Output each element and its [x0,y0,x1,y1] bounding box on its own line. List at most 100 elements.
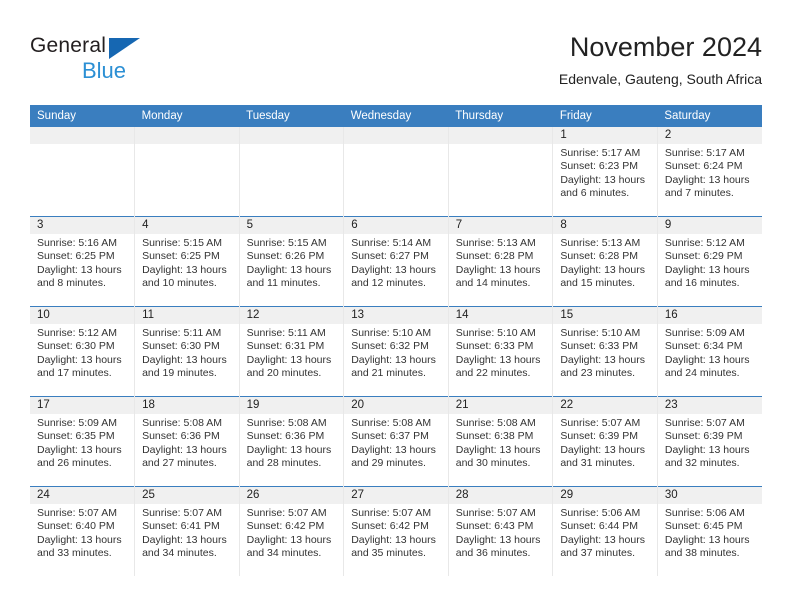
sunrise-text: Sunrise: 5:09 AM [37,417,117,429]
sunrise-text: Sunrise: 5:08 AM [142,417,223,429]
calendar-week-row: 1 Sunrise: 5:17 AM Sunset: 6:23 PM Daylight… [30,127,762,217]
day-number: 10 [30,307,135,324]
title-block: November 2024 Edenvale, Gauteng, South A… [559,30,762,88]
day-number: 7 [448,217,553,234]
day-number: 11 [135,307,239,324]
brand-logo[interactable]: General Blue [30,34,150,86]
calendar-cell-inner: 29 Sunrise: 5:06 AM Sunset: 6:44 PM Dayligh… [553,487,657,576]
calendar-cell-inner: 2 Sunrise: 5:17 AM Sunset: 6:24 PM Daylight… [657,127,762,216]
calendar-day-cell[interactable]: 22 Sunrise: 5:07 AM Sunset: 6:39 PM Dayligh… [552,396,658,487]
calendar-cell-inner: 23 Sunrise: 5:07 AM Sunset: 6:39 PM Dayligh… [657,397,762,486]
sunrise-text: Sunrise: 5:08 AM [246,417,327,429]
calendar-cell-inner: 18 Sunrise: 5:08 AM Sunset: 6:36 PM Dayligh… [135,397,239,486]
calendar-cell-inner: 25 Sunrise: 5:07 AM Sunset: 6:41 PM Dayligh… [135,487,239,576]
sunset-text: Sunset: 6:28 PM [560,250,638,263]
day-number: 21 [448,397,553,414]
day-details: Sunrise: 5:15 AM Sunset: 6:25 PM Daylight:… [135,234,239,291]
calendar-day-cell[interactable]: 27 Sunrise: 5:07 AM Sunset: 6:42 PM Dayligh… [343,486,449,576]
calendar-day-cell[interactable]: 5 Sunrise: 5:15 AM Sunset: 6:26 PM Daylight… [238,216,344,307]
day-details: Sunrise: 5:09 AM Sunset: 6:35 PM Daylight:… [30,414,134,471]
day-number: 20 [344,397,448,414]
day-details: Sunrise: 5:12 AM Sunset: 6:30 PM Daylight:… [30,324,134,381]
weekday-header-thursday: Thursday [448,105,553,127]
calendar-day-cell[interactable]: 30 Sunrise: 5:06 AM Sunset: 6:45 PM Dayligh… [656,486,762,576]
day-number: 12 [239,307,344,324]
calendar-day-cell[interactable]: 24 Sunrise: 5:07 AM Sunset: 6:40 PM Dayligh… [30,486,135,576]
calendar-cell-empty [30,127,135,217]
calendar-day-cell[interactable]: 14 Sunrise: 5:10 AM Sunset: 6:33 PM Dayligh… [447,306,553,397]
calendar-cell-inner: 16 Sunrise: 5:09 AM Sunset: 6:34 PM Dayligh… [657,307,762,396]
sunrise-text: Sunrise: 5:10 AM [560,327,641,339]
calendar-week-row: 24 Sunrise: 5:07 AM Sunset: 6:40 PM Dayligh… [30,486,762,576]
calendar-day-cell[interactable]: 8 Sunrise: 5:13 AM Sunset: 6:28 PM Daylight… [552,216,658,307]
calendar-cell-inner: 12 Sunrise: 5:11 AM Sunset: 6:31 PM Dayligh… [239,307,344,396]
calendar-header-row: Sunday Monday Tuesday Wednesday Thursday… [30,105,762,127]
day-details: Sunrise: 5:07 AM Sunset: 6:41 PM Daylight:… [135,504,239,561]
calendar-week-row: 3 Sunrise: 5:16 AM Sunset: 6:25 PM Daylight… [30,216,762,307]
sunset-text: Sunset: 6:43 PM [455,520,534,533]
calendar-day-cell[interactable]: 6 Sunrise: 5:14 AM Sunset: 6:27 PM Daylight… [343,216,449,307]
calendar-day-cell[interactable]: 20 Sunrise: 5:08 AM Sunset: 6:37 PM Dayligh… [343,396,449,487]
sunset-text: Sunset: 6:45 PM [664,520,743,533]
weekday-header-wednesday: Wednesday [343,105,449,127]
calendar-cell-inner: 4 Sunrise: 5:15 AM Sunset: 6:25 PM Daylight… [135,217,239,306]
page-subtitle: Edenvale, Gauteng, South Africa [558,71,762,87]
calendar-day-cell[interactable]: 23 Sunrise: 5:07 AM Sunset: 6:39 PM Dayligh… [656,396,762,487]
daylight-text: Daylight: 13 hours and 37 minutes. [560,533,645,560]
calendar-day-cell[interactable]: 2 Sunrise: 5:17 AM Sunset: 6:24 PM Daylight… [656,127,762,217]
sunset-text: Sunset: 6:41 PM [142,520,220,533]
calendar-cell-inner: 9 Sunrise: 5:12 AM Sunset: 6:29 PM Daylight… [657,217,762,306]
calendar-day-cell[interactable]: 4 Sunrise: 5:15 AM Sunset: 6:25 PM Daylight… [134,216,240,307]
weekday-header-friday: Friday [552,105,658,127]
calendar-day-cell[interactable]: 17 Sunrise: 5:09 AM Sunset: 6:35 PM Dayligh… [30,396,135,487]
sunrise-text: Sunrise: 5:13 AM [455,237,536,249]
calendar-day-cell[interactable]: 15 Sunrise: 5:10 AM Sunset: 6:33 PM Dayligh… [552,306,658,397]
day-details: Sunrise: 5:10 AM Sunset: 6:32 PM Daylight:… [344,324,448,381]
sunset-text: Sunset: 6:44 PM [560,520,638,533]
daylight-text: Daylight: 13 hours and 32 minutes. [664,443,750,470]
daylight-text: Daylight: 13 hours and 12 minutes. [351,263,436,290]
calendar-day-cell[interactable]: 13 Sunrise: 5:10 AM Sunset: 6:32 PM Dayligh… [343,306,449,397]
day-number: 27 [344,487,448,504]
day-details: Sunrise: 5:11 AM Sunset: 6:30 PM Daylight:… [135,324,239,381]
weekday-header-tuesday: Tuesday [239,105,344,127]
daylight-text: Daylight: 13 hours and 26 minutes. [37,443,122,470]
day-number: 6 [344,217,448,234]
calendar-day-cell[interactable]: 25 Sunrise: 5:07 AM Sunset: 6:41 PM Dayligh… [134,486,240,576]
calendar-day-cell[interactable]: 26 Sunrise: 5:07 AM Sunset: 6:42 PM Dayligh… [238,486,344,576]
calendar-day-cell[interactable]: 7 Sunrise: 5:13 AM Sunset: 6:28 PM Daylight… [447,216,553,307]
calendar-day-cell[interactable]: 29 Sunrise: 5:06 AM Sunset: 6:44 PM Dayligh… [552,486,658,576]
day-number: 30 [657,487,762,504]
daylight-text: Daylight: 13 hours and 6 minutes. [560,173,645,200]
calendar-cell-inner: 17 Sunrise: 5:09 AM Sunset: 6:35 PM Dayligh… [30,397,135,486]
sunrise-text: Sunrise: 5:14 AM [351,237,432,249]
calendar-day-cell[interactable]: 16 Sunrise: 5:09 AM Sunset: 6:34 PM Dayligh… [656,306,762,397]
calendar-cell-inner: 27 Sunrise: 5:07 AM Sunset: 6:42 PM Dayligh… [344,487,448,576]
day-details: Sunrise: 5:12 AM Sunset: 6:29 PM Daylight:… [658,234,762,291]
calendar-day-cell[interactable]: 21 Sunrise: 5:08 AM Sunset: 6:38 PM Dayligh… [447,396,553,487]
calendar-day-cell[interactable]: 10 Sunrise: 5:12 AM Sunset: 6:30 PM Dayligh… [30,306,135,397]
daylight-text: Daylight: 13 hours and 22 minutes. [455,353,541,380]
calendar-day-cell[interactable]: 11 Sunrise: 5:11 AM Sunset: 6:30 PM Dayligh… [134,306,240,397]
day-details: Sunrise: 5:07 AM Sunset: 6:42 PM Daylight:… [240,504,344,561]
calendar-day-cell[interactable]: 12 Sunrise: 5:11 AM Sunset: 6:31 PM Dayligh… [238,306,344,397]
day-details: Sunrise: 5:08 AM Sunset: 6:36 PM Daylight:… [135,414,239,471]
calendar-day-cell[interactable]: 9 Sunrise: 5:12 AM Sunset: 6:29 PM Daylight… [656,216,762,307]
calendar-day-cell[interactable]: 28 Sunrise: 5:07 AM Sunset: 6:43 PM Dayligh… [447,486,553,576]
calendar-day-cell[interactable]: 19 Sunrise: 5:08 AM Sunset: 6:36 PM Dayligh… [238,396,344,487]
day-number: 15 [553,307,657,324]
sunrise-text: Sunrise: 5:11 AM [246,327,326,339]
day-number: 23 [657,397,762,414]
day-number: 29 [553,487,657,504]
day-number: 28 [448,487,553,504]
sunset-text: Sunset: 6:28 PM [455,250,534,263]
day-details: Sunrise: 5:08 AM Sunset: 6:37 PM Daylight:… [344,414,448,471]
calendar-day-cell[interactable]: 3 Sunrise: 5:16 AM Sunset: 6:25 PM Daylight… [30,216,135,307]
brand-triangle-icon [109,38,140,59]
calendar-day-cell[interactable]: 1 Sunrise: 5:17 AM Sunset: 6:23 PM Daylight… [552,127,658,217]
daylight-text: Daylight: 13 hours and 24 minutes. [664,353,750,380]
sunset-text: Sunset: 6:36 PM [142,430,220,443]
sunset-text: Sunset: 6:29 PM [664,250,743,263]
calendar-cell-inner [448,127,553,216]
calendar-day-cell[interactable]: 18 Sunrise: 5:08 AM Sunset: 6:36 PM Dayligh… [134,396,240,487]
